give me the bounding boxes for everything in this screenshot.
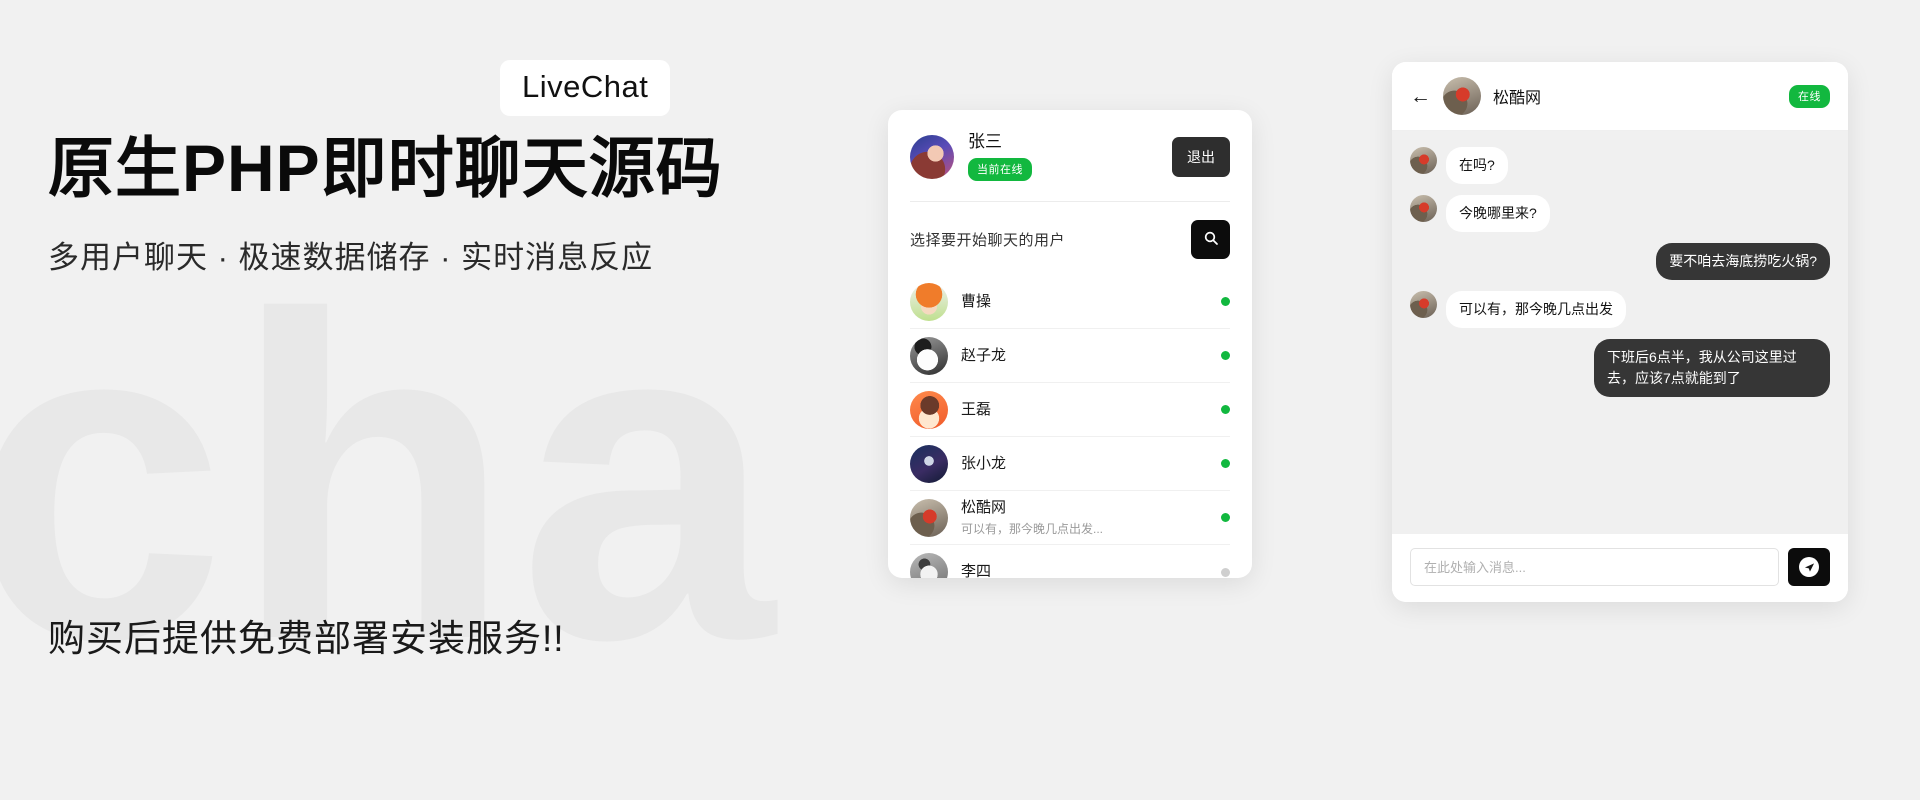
avatar <box>910 134 954 179</box>
promo-subtitle: 多用户聊天 · 极速数据储存 · 实时消息反应 <box>48 239 654 275</box>
message-bubble: 今晚哪里来? <box>1446 195 1550 232</box>
presence-dot <box>1221 405 1230 415</box>
avatar <box>910 336 948 375</box>
search-icon <box>1203 230 1219 249</box>
avatar <box>910 444 948 483</box>
message-list: 在吗? 今晚哪里来? 要不咱去海底捞吃火锅? 可以有，那今晚几点出发下班后6点半，我从… <box>1392 131 1848 534</box>
message-in: 在吗? <box>1410 147 1830 184</box>
list-item-name: 曹操 <box>961 292 992 310</box>
chat-peer-name: 松酷网 <box>1493 90 1542 107</box>
list-item-text: 松酷网可以有，那今晚几点出发... <box>961 499 1221 537</box>
users-panel: 张三 当前在线 退出 选择要开始聊天的用户 曹操赵子龙王磊张小龙松酷网可以有，那… <box>888 110 1252 578</box>
message-bubble: 在吗? <box>1446 147 1508 184</box>
list-item[interactable]: 松酷网可以有，那今晚几点出发... <box>910 491 1230 546</box>
list-item-name: 李四 <box>961 563 992 578</box>
send-button[interactable] <box>1788 548 1830 586</box>
user-picker-label: 选择要开始聊天的用户 <box>910 232 1066 250</box>
list-item-text: 王磊 <box>961 401 1221 420</box>
message-in: 可以有，那今晚几点出发 <box>1410 291 1830 328</box>
logout-button[interactable]: 退出 <box>1172 136 1230 177</box>
status-badge: 在线 <box>1789 84 1830 108</box>
presence-dot <box>1221 459 1230 469</box>
presence-dot <box>1221 567 1230 577</box>
chat-header: ← 松酷网 在线 <box>1392 62 1848 131</box>
list-item-name: 赵子龙 <box>961 346 1007 364</box>
current-user-name: 张三 <box>968 132 1002 151</box>
list-item[interactable]: 王磊 <box>910 383 1230 438</box>
list-item[interactable]: 曹操 <box>910 275 1230 330</box>
chat-composer <box>1392 534 1848 602</box>
current-user-info: 张三 当前在线 <box>968 132 1172 182</box>
avatar <box>910 498 948 537</box>
status-badge: 当前在线 <box>968 158 1032 182</box>
livechat-badge: LiveChat <box>500 60 671 116</box>
list-item[interactable]: 张小龙 <box>910 437 1230 492</box>
chat-panel: ← 松酷网 在线 在吗? 今晚哪里来? 要不咱去海底捞吃火锅? 可以有，那今晚几点出发… <box>1392 62 1848 602</box>
background-watermark: cha <box>0 222 781 735</box>
message-bubble: 下班后6点半，我从公司这里过去，应该7点就能到了 <box>1594 339 1830 397</box>
list-item-text: 赵子龙 <box>961 347 1221 366</box>
search-row: 选择要开始聊天的用户 <box>910 202 1230 275</box>
message-bubble: 要不咱去海底捞吃火锅? <box>1656 243 1830 280</box>
message-bubble: 可以有，那今晚几点出发 <box>1446 291 1626 328</box>
list-item[interactable]: 赵子龙 <box>910 329 1230 384</box>
presence-dot <box>1221 297 1230 307</box>
message-input[interactable] <box>1410 548 1779 586</box>
current-user-row: 张三 当前在线 退出 <box>910 110 1230 203</box>
list-item-text: 李四 <box>961 563 1221 578</box>
presence-dot <box>1221 351 1230 361</box>
presence-dot <box>1221 513 1230 523</box>
list-item-text: 张小龙 <box>961 455 1221 474</box>
back-arrow-icon[interactable]: ← <box>1410 86 1431 107</box>
promo-footer-note: 购买后提供免费部署安装服务!! <box>48 618 565 659</box>
page-root: cha LiveChat 原生PHP即时聊天源码 多用户聊天 · 极速数据储存 … <box>0 0 1920 800</box>
message-in: 今晚哪里来? <box>1410 195 1830 232</box>
avatar <box>910 553 948 578</box>
send-paper-plane-icon <box>1799 557 1819 577</box>
message-out: 要不咱去海底捞吃火锅? <box>1410 243 1830 280</box>
page-title: 原生PHP即时聊天源码 <box>48 131 723 205</box>
promo-column: LiveChat 原生PHP即时聊天源码 多用户聊天 · 极速数据储存 · 实时… <box>48 60 848 277</box>
list-item-name: 松酷网 <box>961 499 1007 517</box>
user-list: 曹操赵子龙王磊张小龙松酷网可以有，那今晚几点出发... 李四 <box>910 275 1230 578</box>
avatar <box>1410 147 1437 174</box>
list-item-name: 王磊 <box>961 400 992 418</box>
list-item-preview: 可以有，那今晚几点出发... <box>961 521 1104 536</box>
list-item-name: 张小龙 <box>961 454 1007 472</box>
avatar <box>1410 291 1437 318</box>
search-button[interactable] <box>1191 220 1230 260</box>
list-item[interactable]: 李四 <box>910 545 1230 578</box>
avatar <box>1443 77 1481 115</box>
list-item-text: 曹操 <box>961 293 1221 312</box>
avatar <box>910 390 948 429</box>
avatar <box>910 282 948 321</box>
avatar <box>1410 195 1437 222</box>
message-out: 下班后6点半，我从公司这里过去，应该7点就能到了 <box>1410 339 1830 397</box>
